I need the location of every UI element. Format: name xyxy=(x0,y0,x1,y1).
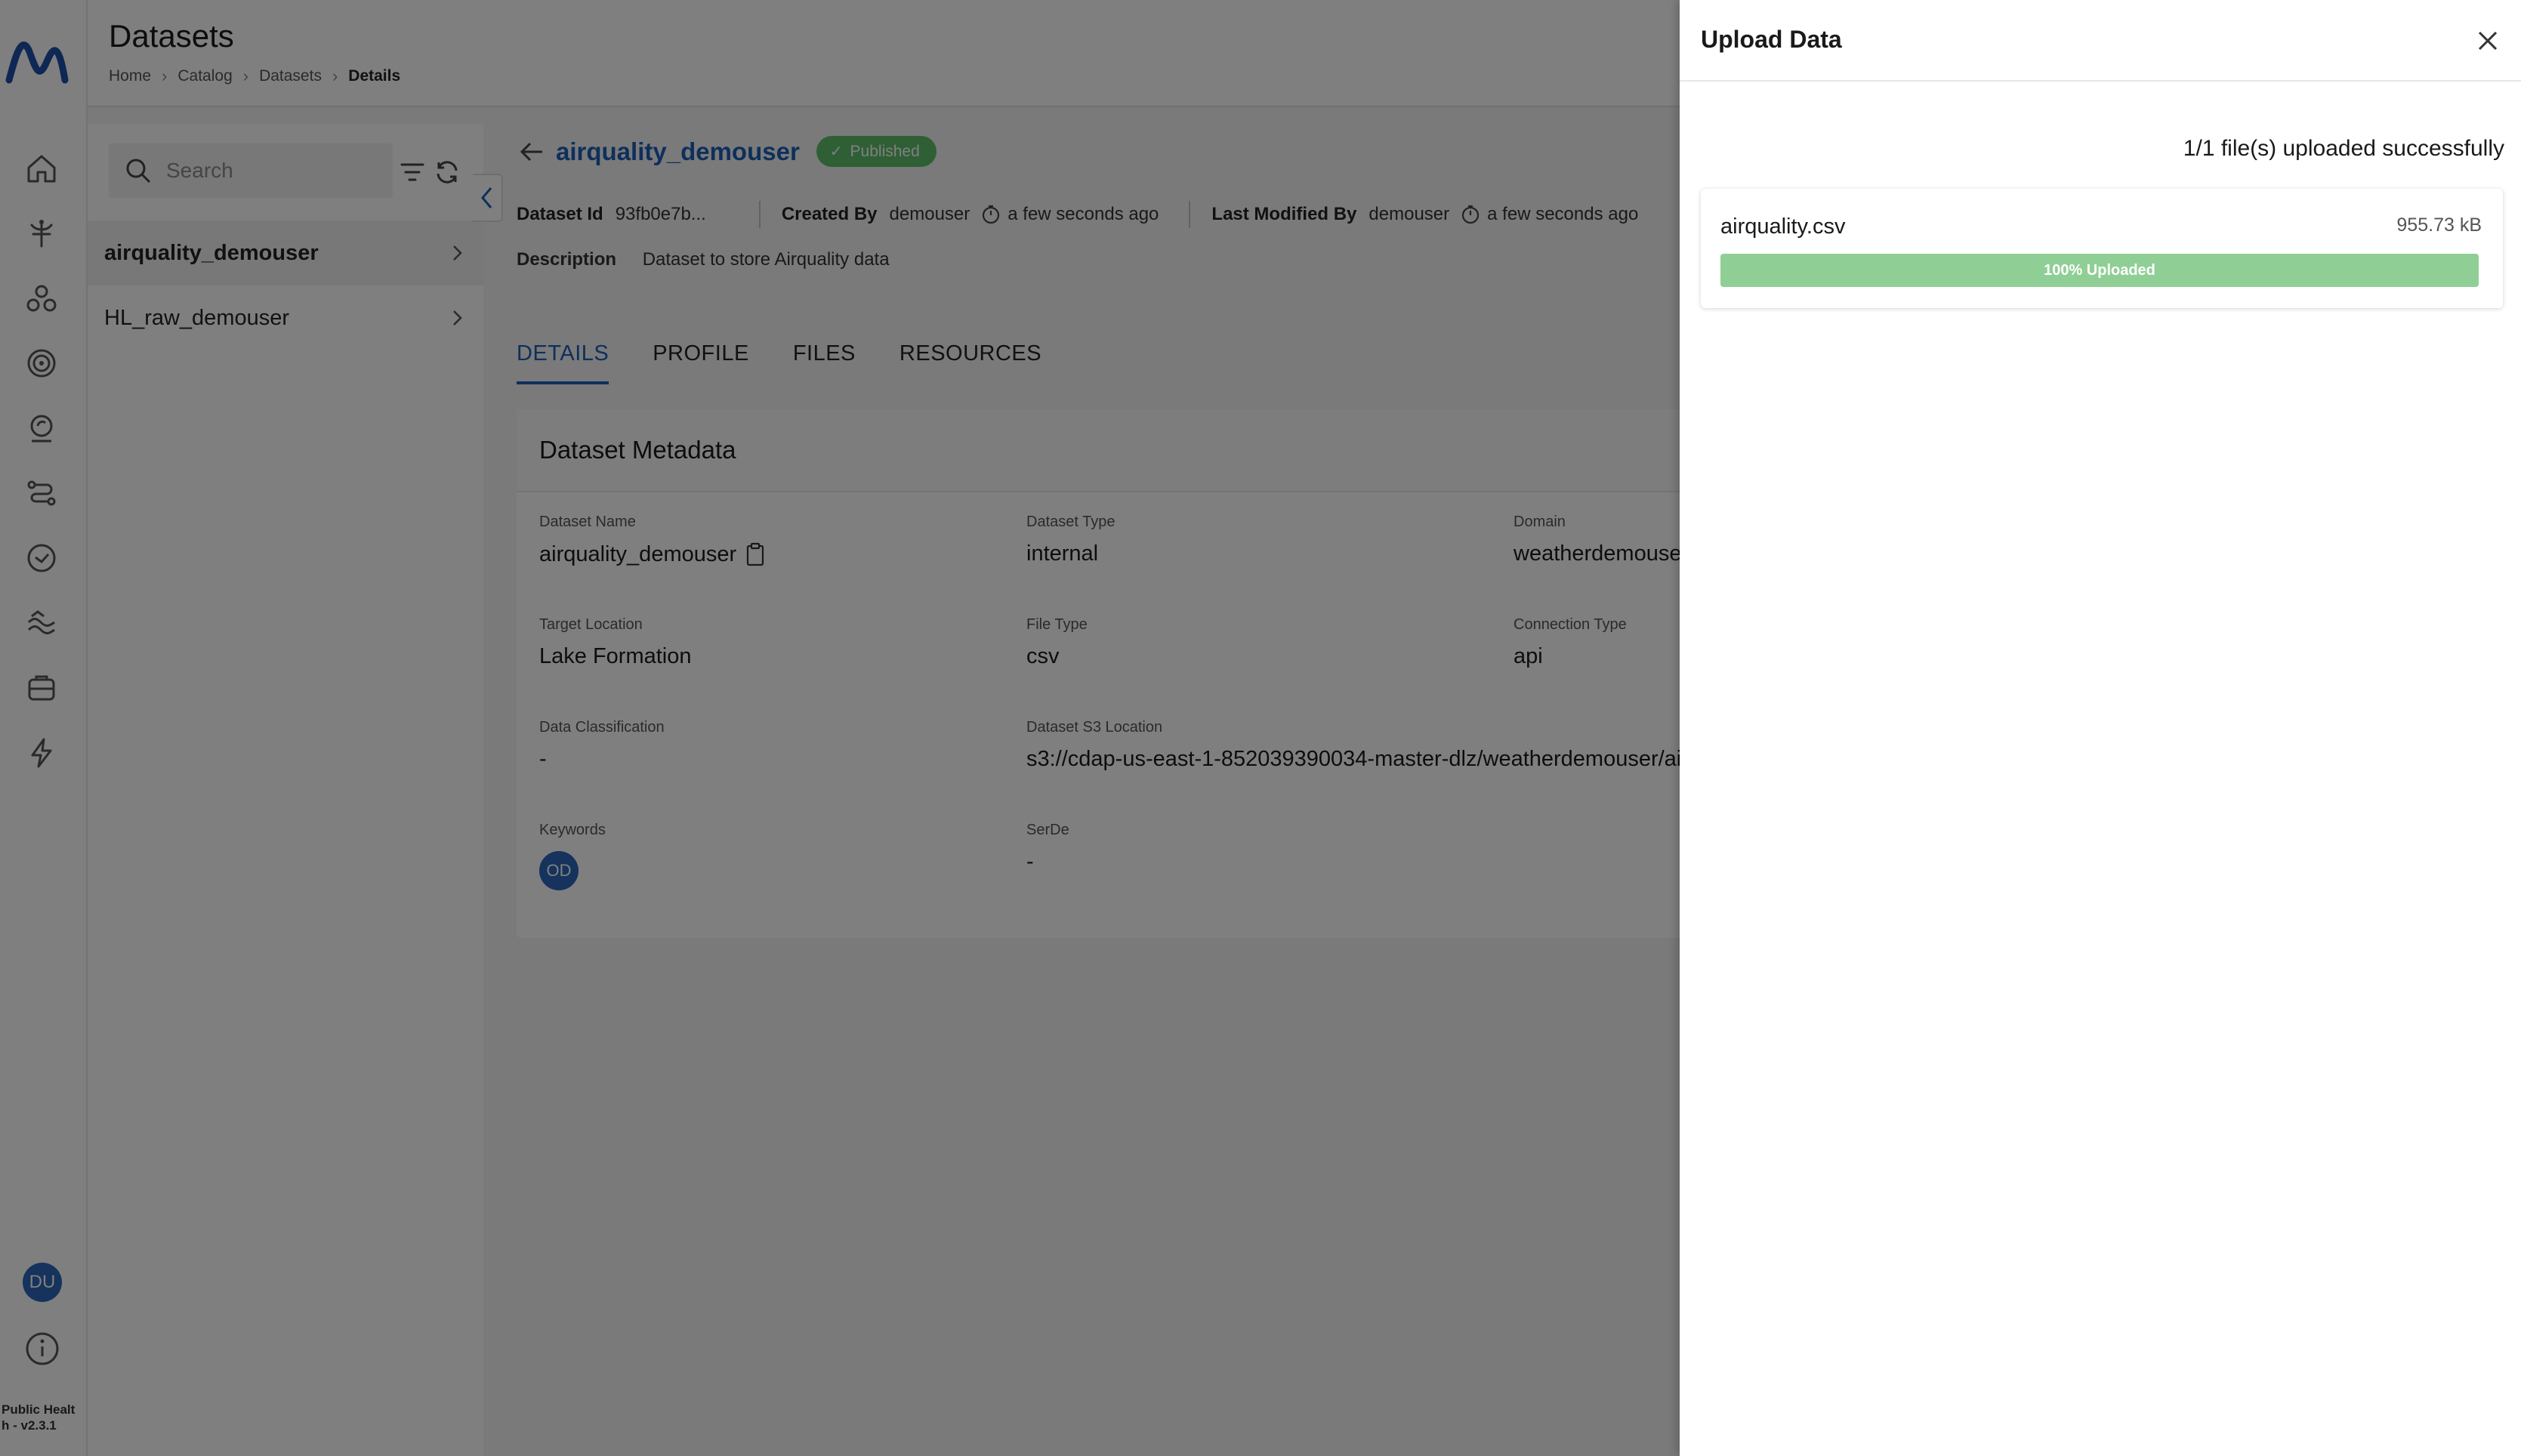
file-size: 955.73 kB xyxy=(2396,214,2482,236)
uploaded-file-card: airquality.csv 955.73 kB 100% Uploaded xyxy=(1701,189,2503,308)
upload-progress-bar: 100% Uploaded xyxy=(1720,254,2479,287)
upload-drawer: Upload Data 1/1 file(s) uploaded success… xyxy=(1680,0,2521,1456)
drawer-header: Upload Data xyxy=(1680,0,2521,82)
upload-progress-label: 100% Uploaded xyxy=(2044,261,2155,279)
upload-progress-fill: 100% Uploaded xyxy=(1720,254,2479,287)
close-icon[interactable] xyxy=(2473,26,2503,56)
drawer-title: Upload Data xyxy=(1701,26,1842,53)
file-name: airquality.csv xyxy=(1720,214,1846,239)
upload-status: 1/1 file(s) uploaded successfully xyxy=(2183,136,2504,161)
